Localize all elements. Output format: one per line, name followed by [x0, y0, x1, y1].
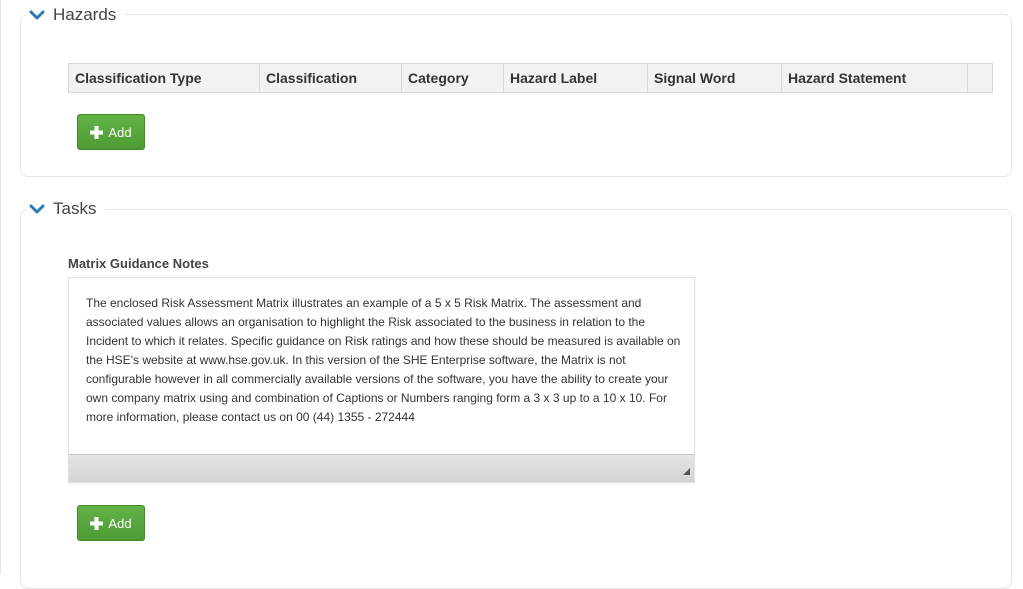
tasks-section-header[interactable]: Tasks [27, 198, 106, 220]
column-header-actions [967, 63, 993, 93]
add-task-label: Add [108, 515, 132, 531]
hazards-table: Classification Type Classification Categ… [68, 63, 993, 93]
resize-grip-icon[interactable] [683, 468, 690, 475]
matrix-guidance-notes-box: The enclosed Risk Assessment Matrix illu… [68, 277, 695, 483]
column-header-classification[interactable]: Classification [259, 63, 402, 93]
column-header-signal-word[interactable]: Signal Word [647, 63, 782, 93]
notes-resize-bar[interactable] [69, 454, 694, 482]
plus-icon [90, 516, 104, 530]
hazards-title: Hazards [53, 5, 117, 24]
add-task-button[interactable]: Add [77, 505, 145, 541]
add-hazard-button[interactable]: Add [77, 114, 145, 150]
hazards-table-header-row: Classification Type Classification Categ… [68, 63, 993, 93]
hazards-section-header[interactable]: Hazards [27, 4, 126, 26]
add-hazard-label: Add [108, 124, 132, 140]
matrix-guidance-notes-text: The enclosed Risk Assessment Matrix illu… [86, 296, 681, 424]
chevron-down-icon[interactable] [29, 201, 45, 217]
column-header-classification-type[interactable]: Classification Type [68, 63, 260, 93]
column-header-hazard-statement[interactable]: Hazard Statement [781, 63, 968, 93]
page-left-border [0, 0, 1, 574]
hazards-panel [20, 14, 1012, 177]
tasks-title: Tasks [53, 199, 97, 218]
matrix-guidance-notes-label: Matrix Guidance Notes [68, 256, 209, 271]
plus-icon [90, 125, 104, 139]
column-header-category[interactable]: Category [401, 63, 504, 93]
chevron-down-icon[interactable] [29, 7, 45, 23]
column-header-hazard-label[interactable]: Hazard Label [503, 63, 648, 93]
